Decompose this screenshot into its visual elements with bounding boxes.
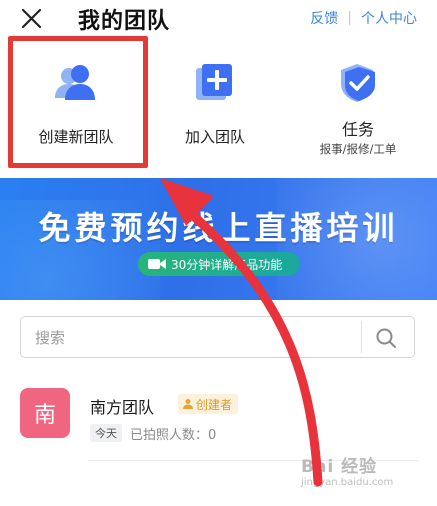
task-label: 任务 — [341, 120, 374, 139]
task-button[interactable]: 任务 报事/报修/工单 — [288, 40, 428, 170]
page-title: 我的团队 — [78, 9, 171, 34]
join-team-label: 加入团队 — [184, 128, 245, 146]
watermark-brand: Bai 经验 — [301, 457, 378, 477]
search-icon[interactable] — [375, 327, 397, 349]
baidu-watermark: Bai 经验 jingyan.baidu.com — [297, 452, 407, 498]
user-center-link[interactable]: 个人中心 — [361, 8, 417, 28]
banner-title: 免费预约线上直播培训 — [38, 209, 399, 247]
team-name: 南方团队 — [90, 398, 155, 417]
top-bar: 我的团队 反馈 | 个人中心 — [0, 0, 437, 36]
highlight-box — [8, 36, 148, 168]
banner-pill: 30分钟详解产品功能 — [138, 252, 300, 276]
banner-pill-text: 30分钟详解产品功能 — [171, 257, 283, 272]
join-team-button[interactable]: 加入团队 — [145, 40, 285, 170]
creator-badge-label: 创建者 — [196, 397, 233, 412]
close-icon[interactable] — [18, 4, 46, 32]
team-avatar: 南 — [20, 388, 70, 438]
search-bar — [20, 316, 415, 358]
feedback-link[interactable]: 反馈 — [310, 8, 338, 28]
time-tag: 今天 — [90, 424, 122, 442]
team-list-item[interactable]: 南 南方团队 创建者 今天 已拍照人数：0 — [20, 388, 420, 458]
photo-count: 已拍照人数：0 — [130, 428, 217, 443]
creator-badge: 创建者 — [178, 394, 239, 414]
search-input[interactable] — [35, 326, 345, 350]
task-sublabel: 报事/报修/工单 — [319, 142, 397, 156]
video-camera-icon — [148, 259, 166, 269]
live-training-banner[interactable]: 免费预约线上直播培训 30分钟详解产品功能 — [0, 178, 437, 300]
link-separator: | — [347, 10, 352, 26]
header-links: 反馈 | 个人中心 — [310, 8, 417, 28]
search-divider — [361, 321, 362, 353]
person-icon — [183, 399, 193, 409]
task-shield-icon — [341, 64, 375, 102]
add-document-icon — [196, 64, 232, 100]
watermark-site: jingyan.baidu.com — [301, 477, 394, 488]
